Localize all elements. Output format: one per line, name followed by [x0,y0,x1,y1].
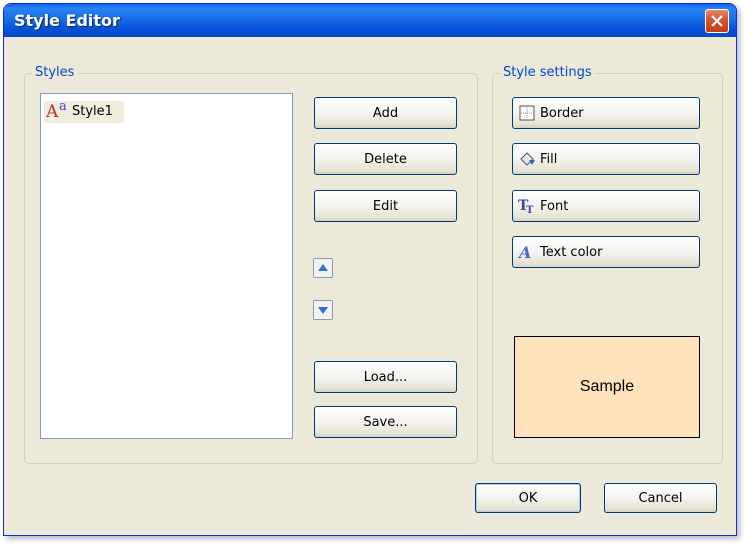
save-button[interactable]: Save... [314,406,457,438]
svg-text:A: A [518,243,531,261]
arrow-down-icon [318,307,328,314]
fill-button[interactable]: Fill [512,143,700,175]
text-color-button[interactable]: A Text color [512,236,700,268]
load-button[interactable]: Load... [314,361,457,393]
font-icon: TT [518,197,536,216]
close-icon [711,15,723,27]
arrow-up-icon [318,264,328,271]
text-color-icon: A [517,243,536,262]
move-down-button[interactable] [313,300,333,320]
border-label: Border [540,105,584,121]
window-title: Style Editor [14,11,120,30]
fill-label: Fill [540,151,558,167]
ok-button[interactable]: OK [475,483,581,513]
font-button[interactable]: TT Font [512,190,700,222]
border-button[interactable]: Border [512,97,700,129]
close-button[interactable] [705,9,729,33]
list-item-style1[interactable]: Aa Style1 [44,99,124,123]
style-sample-preview: Sample [514,336,700,438]
move-up-button[interactable] [313,258,333,278]
add-button[interactable]: Add [314,97,457,129]
style-aa-icon: Aa [46,99,67,122]
border-icon [518,104,536,122]
title-bar[interactable]: Style Editor [4,4,736,37]
delete-button[interactable]: Delete [314,143,457,175]
text-color-label: Text color [540,244,603,260]
styles-legend: Styles [32,65,78,81]
cancel-button[interactable]: Cancel [604,483,717,513]
paint-bucket-icon [518,150,536,168]
styles-list[interactable]: Aa Style1 [40,93,293,439]
edit-button[interactable]: Edit [314,190,457,222]
font-label: Font [540,198,569,214]
style-settings-legend: Style settings [500,65,595,81]
list-item-label: Style1 [72,104,113,119]
svg-text:T: T [526,205,534,215]
